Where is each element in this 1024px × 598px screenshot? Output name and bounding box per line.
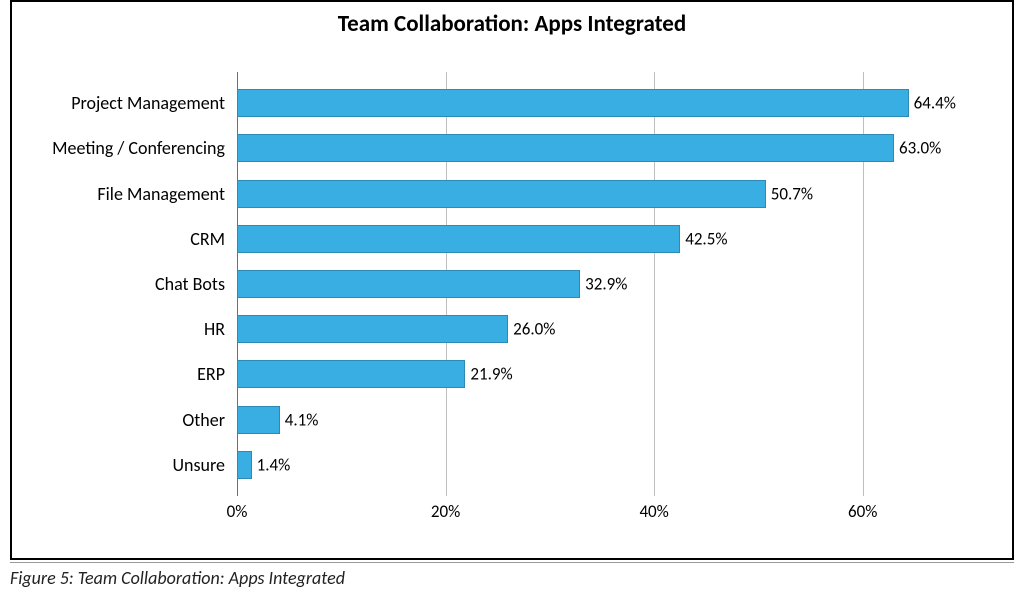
figure-container: Team Collaboration: Apps Integrated Proj… <box>0 0 1024 598</box>
bar-value-label: 64.4% <box>914 93 956 114</box>
chart-bars: Project Management64.4% Meeting / Confere… <box>237 72 967 496</box>
category-label: Chat Bots <box>155 273 225 295</box>
bar: 4.1% <box>237 406 280 434</box>
category-label: ERP <box>197 363 225 385</box>
bar: 1.4% <box>237 451 252 479</box>
x-tick-label: 20% <box>431 501 460 522</box>
bar: 64.4% <box>237 89 909 117</box>
category-label: CRM <box>190 228 225 250</box>
chart-plot-area: Team Collaboration: Apps Integrated Proj… <box>10 0 1014 560</box>
bar-value-label: 21.9% <box>470 364 512 385</box>
bar-value-label: 42.5% <box>685 228 727 249</box>
category-label: HR <box>204 318 225 340</box>
category-label: Other <box>182 409 225 431</box>
bar-row: CRM42.5% <box>237 225 967 253</box>
x-tick-label: 60% <box>848 501 877 522</box>
x-tick-label: 0% <box>227 501 248 522</box>
bar-value-label: 1.4% <box>257 454 291 475</box>
bar-row: Project Management64.4% <box>237 89 967 117</box>
bar: 63.0% <box>237 134 894 162</box>
category-label: Project Management <box>71 92 225 114</box>
bar: 21.9% <box>237 360 465 388</box>
category-label: Meeting / Conferencing <box>52 137 225 159</box>
caption-divider: Figure 5: Team Collaboration: Apps Integ… <box>10 562 1014 589</box>
bar: 50.7% <box>237 180 766 208</box>
bar-value-label: 50.7% <box>771 183 813 204</box>
bar-value-label: 63.0% <box>899 138 941 159</box>
bar-row: Meeting / Conferencing63.0% <box>237 134 967 162</box>
bar-row: HR26.0% <box>237 315 967 343</box>
chart-plot: Project Management64.4% Meeting / Confere… <box>237 72 967 522</box>
chart-title: Team Collaboration: Apps Integrated <box>12 10 1012 38</box>
bar-row: Chat Bots32.9% <box>237 270 967 298</box>
bar-value-label: 26.0% <box>513 319 555 340</box>
bar: 32.9% <box>237 270 580 298</box>
figure-caption: Figure 5: Team Collaboration: Apps Integ… <box>10 567 345 589</box>
bar-row: ERP21.9% <box>237 360 967 388</box>
bar: 42.5% <box>237 225 680 253</box>
bar-row: File Management50.7% <box>237 180 967 208</box>
bar-value-label: 32.9% <box>585 273 627 294</box>
bar-row: Unsure1.4% <box>237 451 967 479</box>
category-label: Unsure <box>173 454 226 476</box>
category-label: File Management <box>97 183 225 205</box>
bar: 26.0% <box>237 315 508 343</box>
bar-value-label: 4.1% <box>285 409 319 430</box>
x-tick-label: 40% <box>639 501 668 522</box>
bar-row: Other4.1% <box>237 406 967 434</box>
